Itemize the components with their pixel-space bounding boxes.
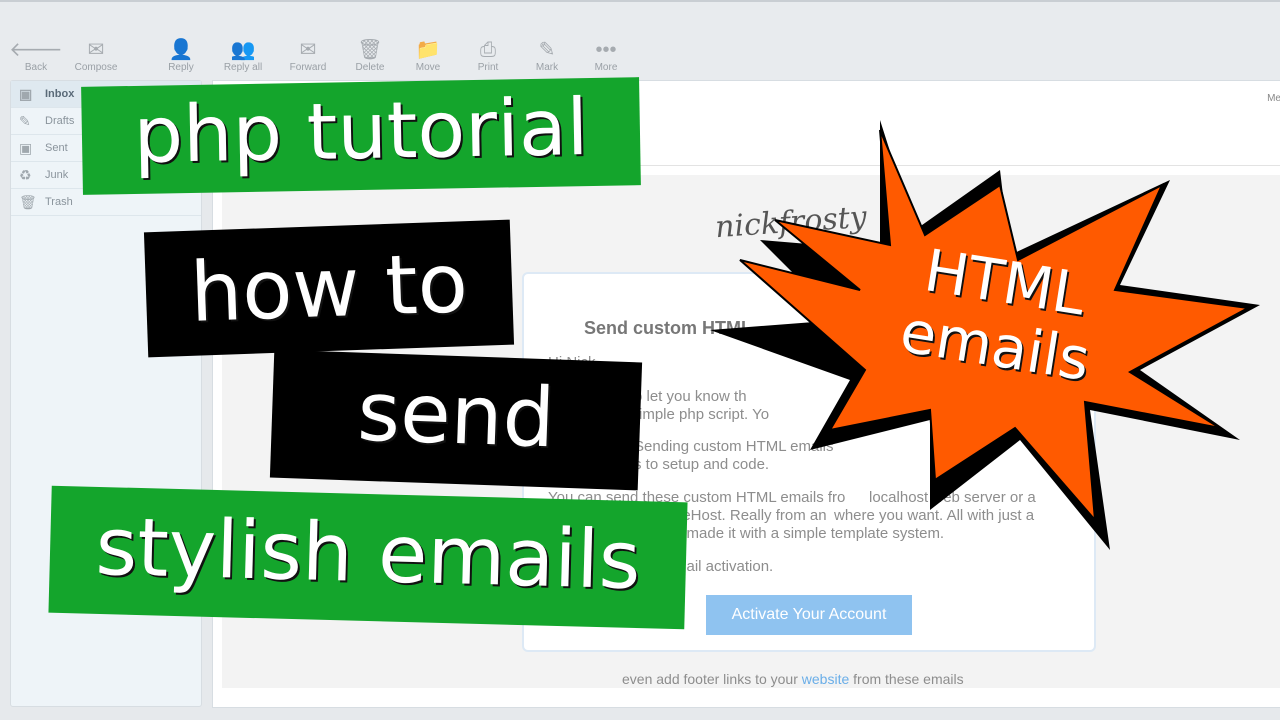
banner-how-to: how to bbox=[143, 219, 515, 358]
arrow-left-icon: 🡐 bbox=[9, 39, 63, 61]
footer-text: even add footer links to your bbox=[622, 671, 802, 687]
pen-icon: ✎ bbox=[538, 39, 556, 61]
forward-icon: ✉ bbox=[299, 39, 317, 61]
sent-icon: ▣ bbox=[19, 140, 33, 156]
banner-send: send bbox=[269, 349, 643, 491]
printer-icon: ⎙ bbox=[480, 39, 496, 61]
compose-button[interactable]: ✉ Compose bbox=[66, 38, 126, 73]
banner-php-tutorial: php tutorial bbox=[81, 77, 641, 195]
activate-account-button[interactable]: Activate Your Account bbox=[706, 595, 912, 635]
burst-text: HTML emails bbox=[896, 236, 1104, 394]
folder-icon: 📁 bbox=[415, 39, 441, 61]
trash-icon: 🗑 bbox=[357, 39, 383, 61]
delete-button[interactable]: 🗑 Delete bbox=[340, 38, 400, 73]
compose-icon: ✉ bbox=[87, 39, 105, 61]
email-footer: even add footer links to your website fr… bbox=[622, 671, 964, 687]
print-button[interactable]: ⎙ Print bbox=[458, 38, 518, 73]
banner-stylish-emails: stylish emails bbox=[48, 485, 688, 630]
forward-button[interactable]: ✉ Forward bbox=[278, 38, 338, 73]
email-text: mail activation. bbox=[674, 558, 774, 575]
reply-icon: 👤 bbox=[168, 39, 194, 61]
website-link[interactable]: website bbox=[802, 671, 849, 687]
more-icon: ••• bbox=[595, 39, 617, 61]
junk-icon: ♻ bbox=[19, 167, 32, 183]
more-button[interactable]: ••• More bbox=[576, 38, 636, 73]
footer-text: from these emails bbox=[849, 671, 964, 687]
reply-button[interactable]: 👤 Reply bbox=[151, 38, 211, 73]
trash-icon: 🗑 bbox=[19, 194, 37, 210]
pencil-icon: ✎ bbox=[19, 113, 31, 129]
reply-all-button[interactable]: 👥 Reply all bbox=[213, 38, 273, 73]
inbox-icon: ▣ bbox=[19, 86, 33, 102]
mark-button[interactable]: ✎ Mark bbox=[517, 38, 577, 73]
move-button[interactable]: 📁 Move bbox=[398, 38, 458, 73]
reply-all-icon: 👥 bbox=[230, 39, 256, 61]
toolbar: 🡐 Back ✉ Compose 👤 Reply 👥 Reply all ✉ Forwar… bbox=[0, 0, 1280, 80]
header-text: Me bbox=[1267, 93, 1280, 104]
back-button[interactable]: 🡐 Back bbox=[6, 38, 66, 73]
